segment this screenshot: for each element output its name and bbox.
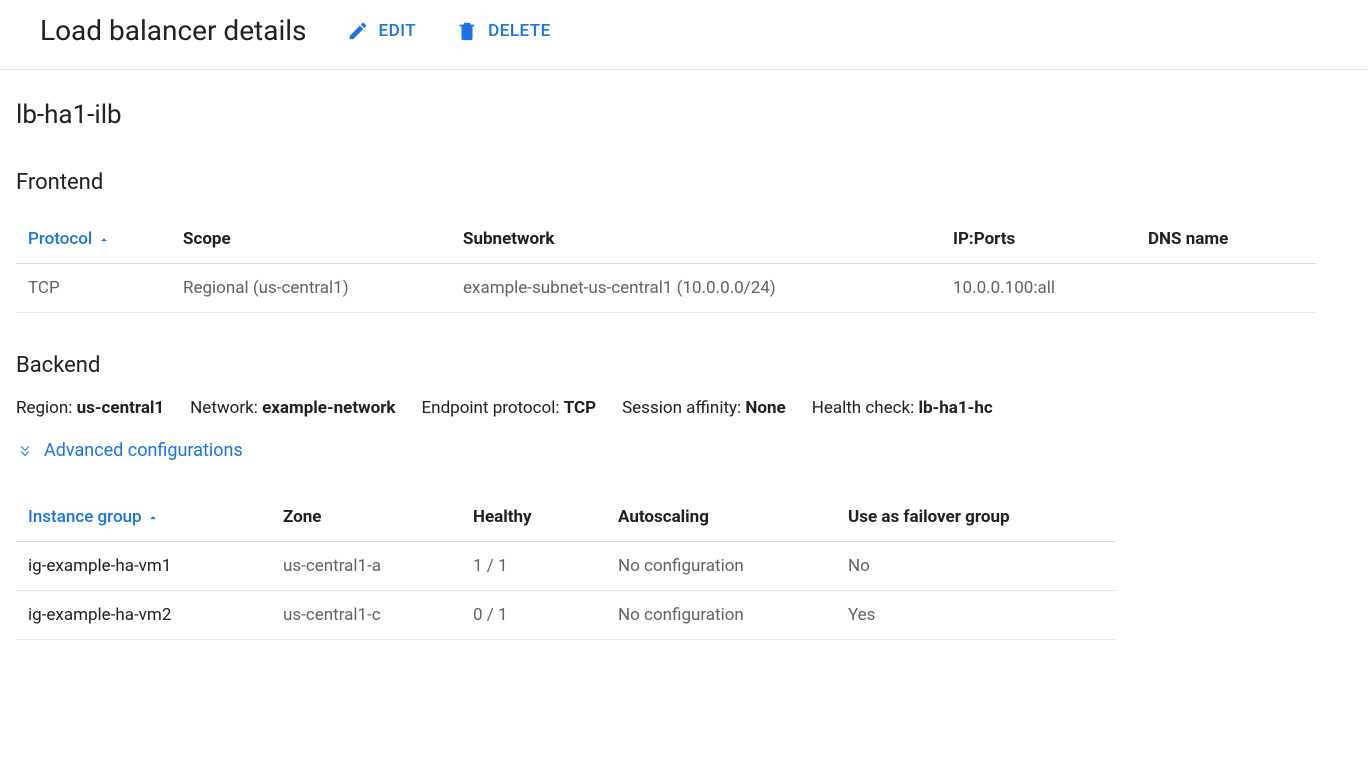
- health-label: Health check:: [812, 398, 915, 418]
- cell-zone: us-central1-a: [271, 542, 461, 591]
- meta-network: Network: example-network: [190, 398, 395, 418]
- table-row: ig-example-ha-vm1 us-central1-a 1 / 1 No…: [16, 542, 1116, 591]
- cell-zone: us-central1-c: [271, 591, 461, 640]
- table-row: ig-example-ha-vm2 us-central1-c 0 / 1 No…: [16, 591, 1116, 640]
- col-instance-group-label: Instance group: [28, 507, 142, 527]
- cell-autoscaling: No configuration: [606, 591, 836, 640]
- region-label: Region:: [16, 398, 72, 418]
- col-instance-group[interactable]: Instance group: [16, 493, 271, 542]
- cell-dns-name: [1136, 264, 1316, 313]
- meta-health: Health check: lb-ha1-hc: [812, 398, 993, 418]
- endpoint-label: Endpoint protocol:: [422, 398, 560, 418]
- backend-title: Backend: [16, 353, 1352, 378]
- health-value: lb-ha1-hc: [919, 398, 993, 418]
- col-healthy[interactable]: Healthy: [461, 493, 606, 542]
- cell-instance-group: ig-example-ha-vm2: [16, 591, 271, 640]
- cell-failover: Yes: [836, 591, 1116, 640]
- cell-autoscaling: No configuration: [606, 542, 836, 591]
- cell-subnetwork: example-subnet-us-central1 (10.0.0.0/24): [451, 264, 941, 313]
- table-row: TCP Regional (us-central1) example-subne…: [16, 264, 1316, 313]
- col-scope[interactable]: Scope: [171, 215, 451, 264]
- frontend-table: Protocol Scope Subnetwork IP:Ports DNS n…: [16, 215, 1316, 313]
- cell-ip-ports: 10.0.0.100:all: [941, 264, 1136, 313]
- edit-label: EDIT: [379, 21, 417, 41]
- col-dns-name[interactable]: DNS name: [1136, 215, 1316, 264]
- backend-table: Instance group Zone Healthy Autoscaling …: [16, 493, 1116, 640]
- page-title: Load balancer details: [40, 14, 307, 47]
- delete-button[interactable]: DELETE: [456, 20, 551, 42]
- meta-session: Session affinity: None: [622, 398, 786, 418]
- endpoint-value: TCP: [564, 398, 596, 418]
- session-label: Session affinity:: [622, 398, 741, 418]
- cell-scope: Regional (us-central1): [171, 264, 451, 313]
- cell-healthy: 1 / 1: [461, 542, 606, 591]
- frontend-title: Frontend: [16, 170, 1352, 195]
- chevron-up-icon: [146, 511, 160, 525]
- advanced-configurations-toggle[interactable]: Advanced configurations: [16, 440, 1352, 461]
- network-value: example-network: [262, 398, 395, 418]
- delete-label: DELETE: [488, 21, 551, 41]
- network-label: Network:: [190, 398, 258, 418]
- edit-button[interactable]: EDIT: [347, 20, 417, 42]
- cell-healthy: 0 / 1: [461, 591, 606, 640]
- cell-instance-group: ig-example-ha-vm1: [16, 542, 271, 591]
- meta-region: Region: us-central1: [16, 398, 164, 418]
- table-header-row: Instance group Zone Healthy Autoscaling …: [16, 493, 1116, 542]
- col-protocol[interactable]: Protocol: [16, 215, 171, 264]
- col-subnetwork[interactable]: Subnetwork: [451, 215, 941, 264]
- lb-name: lb-ha1-ilb: [16, 100, 1352, 130]
- table-header-row: Protocol Scope Subnetwork IP:Ports DNS n…: [16, 215, 1316, 264]
- col-ip-ports[interactable]: IP:Ports: [941, 215, 1136, 264]
- cell-protocol: TCP: [16, 264, 171, 313]
- col-protocol-label: Protocol: [28, 229, 92, 249]
- backend-meta: Region: us-central1 Network: example-net…: [16, 398, 1352, 418]
- region-value: us-central1: [77, 398, 165, 418]
- col-failover[interactable]: Use as failover group: [836, 493, 1116, 542]
- col-autoscaling[interactable]: Autoscaling: [606, 493, 836, 542]
- advanced-configurations-label: Advanced configurations: [44, 440, 243, 461]
- col-zone[interactable]: Zone: [271, 493, 461, 542]
- meta-endpoint: Endpoint protocol: TCP: [422, 398, 597, 418]
- double-chevron-down-icon: [16, 442, 34, 460]
- chevron-up-icon: [97, 233, 111, 247]
- header-bar: Load balancer details EDIT DELETE: [0, 0, 1368, 70]
- session-value: None: [745, 398, 785, 418]
- content-area: lb-ha1-ilb Frontend Protocol Scope Subne…: [0, 70, 1368, 640]
- trash-icon: [456, 20, 478, 42]
- cell-failover: No: [836, 542, 1116, 591]
- pencil-icon: [347, 20, 369, 42]
